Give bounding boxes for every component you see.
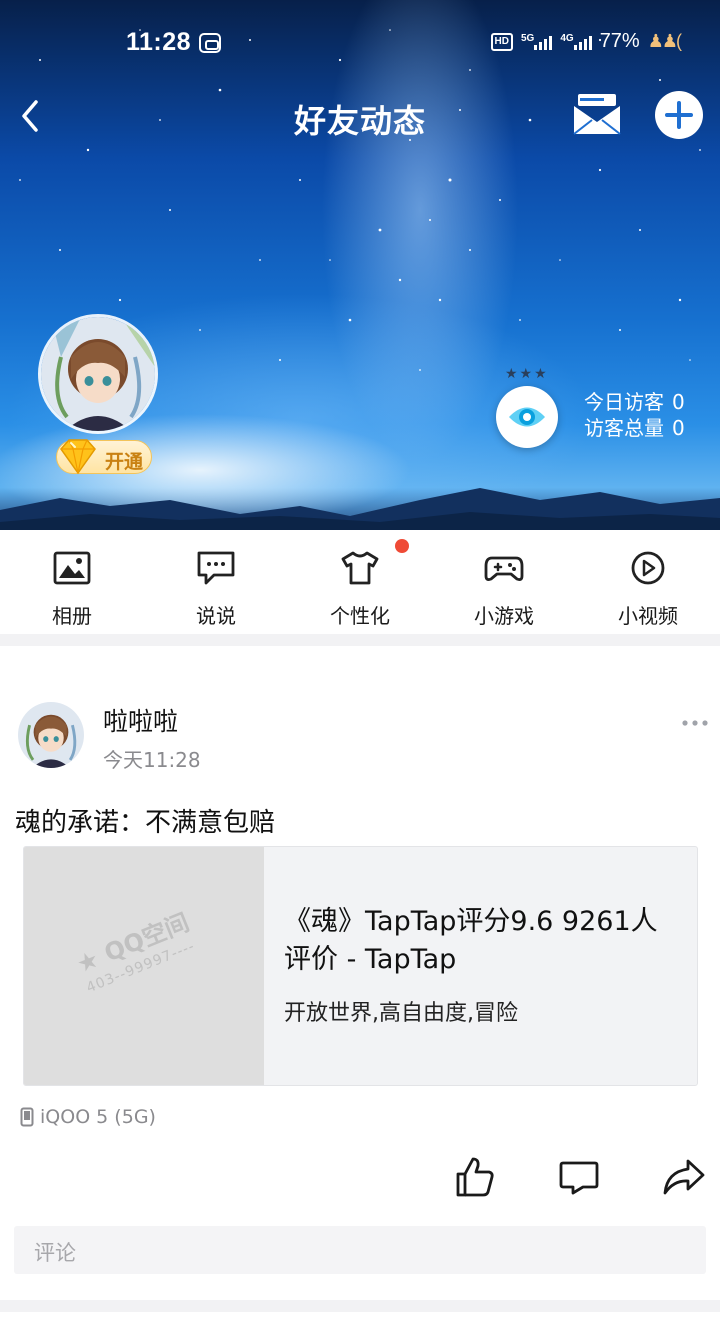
net2-label: 4G [560, 32, 574, 44]
comment-input[interactable]: 评论 [14, 1226, 706, 1274]
hd-voice-icon: HD [490, 32, 513, 51]
vip-label: 开通 [105, 451, 144, 473]
device-label: iQOO 5 (5G) [40, 1106, 156, 1128]
notification-icons: ♟♟( [647, 31, 682, 51]
battery-level: 77% [599, 30, 640, 52]
more-options-icon[interactable] [681, 718, 709, 728]
add-icon[interactable] [654, 90, 704, 140]
vip-open-badge[interactable]: 开通 [56, 439, 152, 475]
status-time: 11:28 [126, 28, 192, 56]
link-title: 《魂》TapTap评分9.6 9261人评价 - TapTap [284, 906, 658, 975]
visitors-button[interactable] [496, 386, 558, 448]
phone-icon [20, 1107, 34, 1127]
shared-link-card[interactable]: ★ QQ空间 403--99997---- 《魂》TapTap评分9.6 926… [23, 846, 698, 1086]
cover-banner[interactable]: 11:28 HD 5G 4G 77% ♟♟( 好友动态 开通 ★★★ 今日访客 … [0, 0, 720, 530]
feed-post: 啦啦啦 今天11:28 魂的承诺：不满意包赔 ★ QQ空间 403--99997… [0, 646, 720, 1300]
share-icon[interactable] [662, 1158, 706, 1196]
app-notification-icon [199, 33, 221, 53]
menu-label-minivideo: 小视频 [618, 604, 678, 628]
quick-menu: 相册 说说 个性化 小游戏 小视频 [0, 530, 720, 634]
top-nav: 好友动态 [0, 88, 720, 144]
post-device: iQOO 5 (5G) [20, 1106, 156, 1128]
profile-avatar[interactable] [38, 314, 158, 434]
menu-label-personalize: 个性化 [330, 604, 390, 628]
comment-icon[interactable] [559, 1160, 599, 1196]
gamepad-icon [484, 556, 524, 581]
avatar-illustration [41, 317, 155, 431]
menu-item-shuoshuo[interactable]: 说说 [144, 530, 288, 634]
net1-label: 5G [521, 32, 535, 44]
visitor-stats[interactable]: 今日访客 0 访客总量 0 [584, 389, 685, 441]
play-icon [631, 551, 665, 585]
status-bar: 11:28 HD 5G 4G 77% ♟♟( [0, 0, 720, 88]
visitor-stars-icon: ★★★ [505, 366, 549, 382]
menu-label-album: 相册 [52, 604, 92, 628]
status-indicators: HD 5G 4G 77% ♟♟( [490, 30, 682, 53]
menu-item-minigame[interactable]: 小游戏 [432, 530, 576, 634]
visitors-total-label: 访客总量 [584, 416, 664, 440]
mountain-silhouette [0, 488, 720, 530]
album-icon [53, 551, 91, 585]
link-description: 开放世界,高自由度,冒险 [284, 1001, 518, 1026]
menu-label-minigame: 小游戏 [474, 604, 534, 628]
visitors-today: 今日访客 0 [584, 389, 685, 415]
visitors-total-value: 0 [672, 416, 685, 440]
next-post-edge [0, 1312, 720, 1327]
tshirt-icon [341, 551, 379, 585]
signal-4g-icon: 4G [560, 32, 592, 50]
qzone-watermark: ★ QQ空间 403--99997---- [70, 903, 200, 996]
like-icon[interactable] [455, 1156, 495, 1198]
author-avatar-illustration [18, 702, 84, 768]
signal-5g-icon: 5G [521, 32, 553, 50]
menu-label-shuoshuo: 说说 [196, 604, 236, 628]
shuoshuo-icon [197, 551, 235, 585]
post-timestamp: 今天11:28 [103, 748, 201, 772]
menu-item-personalize[interactable]: 个性化 [288, 530, 432, 634]
eye-icon [509, 407, 545, 427]
post-author-avatar[interactable] [18, 702, 84, 768]
visitors-today-value: 0 [672, 390, 685, 414]
visitors-total: 访客总量 0 [584, 415, 685, 441]
menu-item-album[interactable]: 相册 [0, 530, 144, 634]
visitors-today-label: 今日访客 [584, 390, 664, 414]
new-badge-dot [395, 539, 409, 553]
menu-item-minivideo[interactable]: 小视频 [576, 530, 720, 634]
post-content: 魂的承诺：不满意包赔 [15, 808, 276, 838]
post-author-name[interactable]: 啦啦啦 [103, 702, 178, 738]
diamond-icon [60, 439, 96, 475]
star-logo-icon: ★ [72, 944, 104, 979]
comment-placeholder: 评论 [34, 1241, 76, 1265]
mailbox-icon[interactable] [572, 92, 622, 138]
link-thumbnail: ★ QQ空间 403--99997---- [24, 847, 264, 1085]
